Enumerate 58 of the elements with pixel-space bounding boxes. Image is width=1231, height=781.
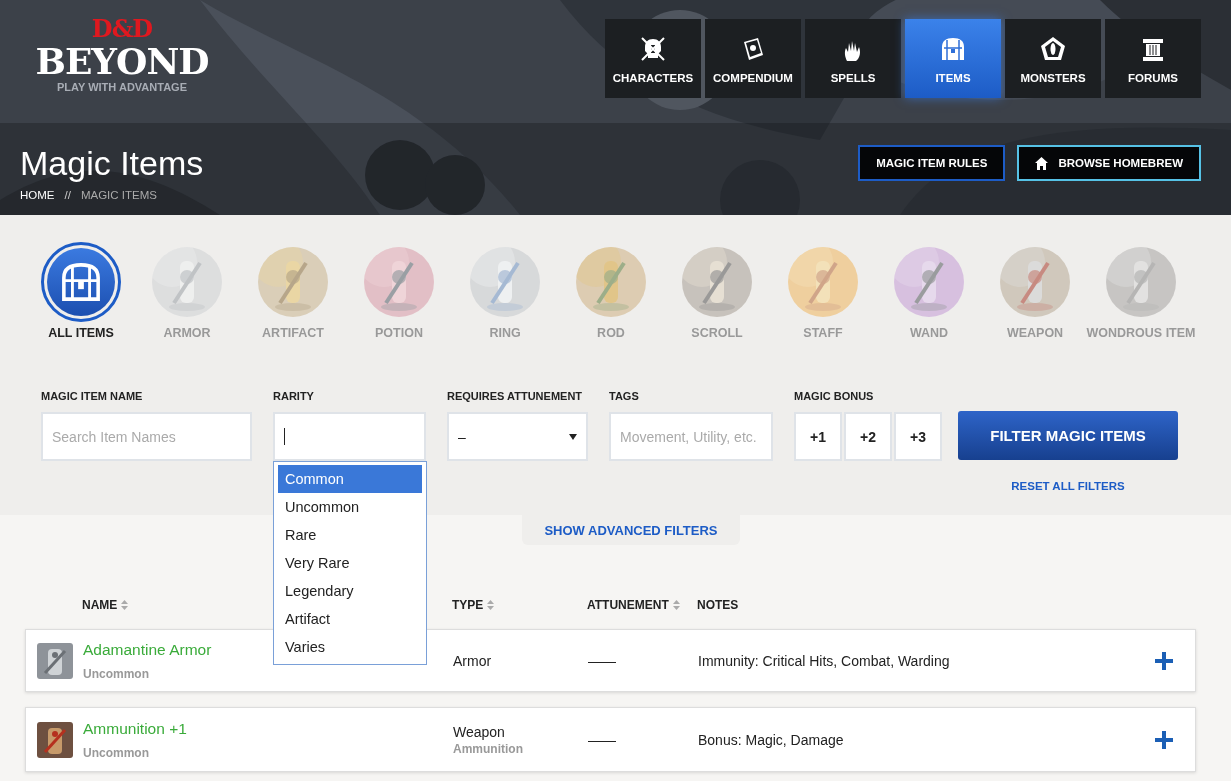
attunement-cell-text: —— [588, 731, 617, 748]
column-header[interactable]: NOTES [697, 598, 739, 612]
column-header[interactable]: TYPE [452, 598, 495, 612]
sort-icon[interactable] [121, 600, 129, 610]
plus-icon[interactable] [1155, 730, 1173, 749]
bonus-toggle[interactable]: +3 [894, 412, 942, 461]
attunement-select[interactable]: – [447, 412, 588, 461]
dropdown-option[interactable]: Legendary [278, 577, 422, 605]
bonus-toggle[interactable]: +1 [794, 412, 842, 461]
advanced-filters-tab[interactable]: SHOW ADVANCED FILTERS [522, 515, 740, 545]
nav-tab[interactable]: COMPENDIUM [705, 19, 801, 98]
sort-icon[interactable] [672, 600, 680, 610]
reset-link[interactable]: RESET ALL FILTERS [1011, 480, 1125, 492]
breadcrumb-separator: // [64, 189, 71, 201]
homebrew-button[interactable]: BROWSE HOMEBREW [1017, 145, 1201, 181]
column-header[interactable]: NAME [82, 598, 129, 612]
breadcrumb-current: MAGIC ITEMS [80, 189, 157, 201]
sort-icon[interactable] [487, 600, 495, 610]
nav-tab[interactable]: CHARACTERS [605, 19, 701, 98]
field-label: RARITY [273, 389, 315, 404]
logo-wordmark[interactable]: BEYOND [35, 42, 209, 80]
item-row[interactable]: Ammunition +1 Uncommon Weapon Ammunition —— Bonus: Magic, Damage [25, 707, 1196, 772]
field-label: REQUIRES ATTUNEMENT [447, 389, 584, 404]
nav-tab[interactable]: MONSTERS [1005, 19, 1101, 98]
notes-cell-text: Immunity: Critical Hits, Combat, Warding [698, 652, 951, 669]
filter-button[interactable]: FILTER MAGIC ITEMS [958, 411, 1178, 460]
column-header[interactable]: ATTUNEMENT [587, 598, 680, 612]
dropdown-option[interactable]: Rare [278, 521, 422, 549]
item-subtype: Ammunition [453, 741, 524, 756]
nav-tab[interactable]: SPELLS [805, 19, 901, 98]
attunement-cell-text: —— [588, 652, 617, 669]
text-cursor [284, 428, 285, 445]
page-title: Magic Items [20, 143, 204, 183]
nav-tab[interactable]: FORUMS [1105, 19, 1201, 98]
rarity-field[interactable] [273, 412, 426, 461]
item-type: Weapon [453, 723, 506, 740]
field-label: TAGS [609, 389, 640, 404]
chest-icon [59, 262, 103, 302]
search-field[interactable]: Search Item Names [41, 412, 252, 461]
item-rarity: Uncommon [83, 666, 149, 681]
breadcrumb-link[interactable]: HOME [20, 189, 55, 201]
dropdown-option[interactable]: Common [278, 465, 422, 493]
home-icon [1035, 156, 1049, 170]
caret-icon [569, 433, 577, 440]
nav-tab[interactable]: ITEMS [905, 19, 1001, 98]
dropdown-option[interactable]: Very Rare [278, 549, 422, 577]
tags-field[interactable]: Movement, Utility, etc. [609, 412, 773, 461]
dropdown-option[interactable]: Uncommon [278, 493, 422, 521]
field-label: MAGIC ITEM NAME [41, 389, 144, 404]
notes-cell-text: Bonus: Magic, Damage [698, 731, 845, 748]
plus-icon[interactable] [1155, 651, 1173, 670]
bonus-toggle[interactable]: +2 [844, 412, 892, 461]
item-type: Armor [453, 652, 493, 669]
rules-button[interactable]: MAGIC ITEM RULES [858, 145, 1006, 181]
logo-tagline: PLAY WITH ADVANTAGE [57, 80, 187, 94]
field-label: MAGIC BONUS [794, 389, 875, 404]
item-rarity: Uncommon [83, 745, 149, 760]
dropdown-option[interactable]: Varies [278, 633, 422, 661]
